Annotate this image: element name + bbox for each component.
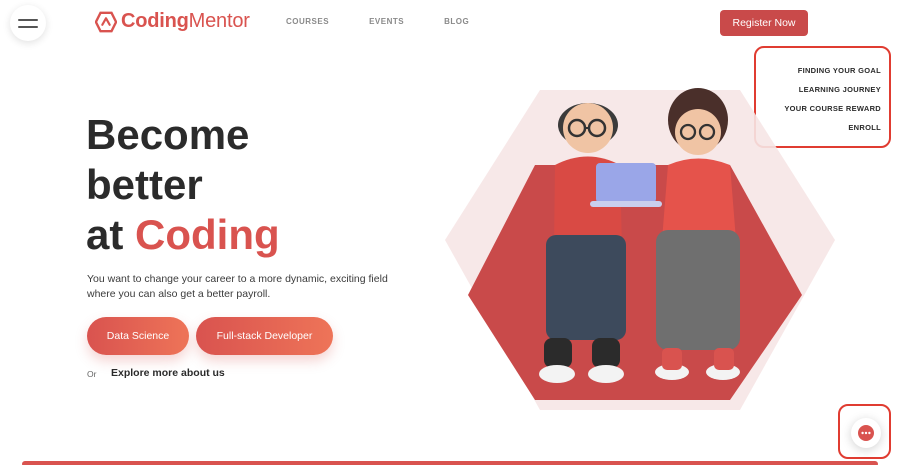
nav-courses[interactable]: COURSES (286, 17, 329, 26)
chat-icon (858, 425, 874, 441)
data-science-button[interactable]: Data Science (87, 317, 189, 355)
hero-illustration (445, 88, 835, 410)
laptop (590, 163, 662, 207)
fullstack-developer-button[interactable]: Full-stack Developer (196, 317, 333, 355)
hamburger-icon (18, 19, 38, 21)
hero-title-line2: better (86, 161, 203, 208)
nav-events[interactable]: EVENTS (369, 17, 404, 26)
logo-text: CodingMentor (121, 10, 250, 33)
chat-button[interactable] (851, 418, 881, 448)
hero-title-line1: Become (86, 111, 250, 158)
top-nav: COURSES EVENTS BLOG (286, 17, 469, 26)
nav-blog[interactable]: BLOG (444, 17, 469, 26)
hero-title-prefix: at (86, 211, 124, 258)
hero-title-accent: Coding (135, 211, 280, 258)
bottom-bar (22, 461, 878, 465)
register-button[interactable]: Register Now (720, 10, 808, 36)
hero-title-line3: at Coding (86, 210, 280, 260)
menu-button[interactable] (10, 5, 46, 41)
logo-text-part1: Coding (121, 10, 189, 32)
logo[interactable]: CodingMentor (95, 10, 250, 33)
hero-title: Become better at Coding (86, 110, 280, 260)
logo-text-part2: Mentor (188, 10, 250, 32)
explore-link[interactable]: Explore more about us (111, 367, 225, 379)
logo-mark-icon (95, 11, 117, 32)
or-label: Or (87, 369, 97, 379)
hero-description: You want to change your career to a more… (87, 273, 388, 300)
